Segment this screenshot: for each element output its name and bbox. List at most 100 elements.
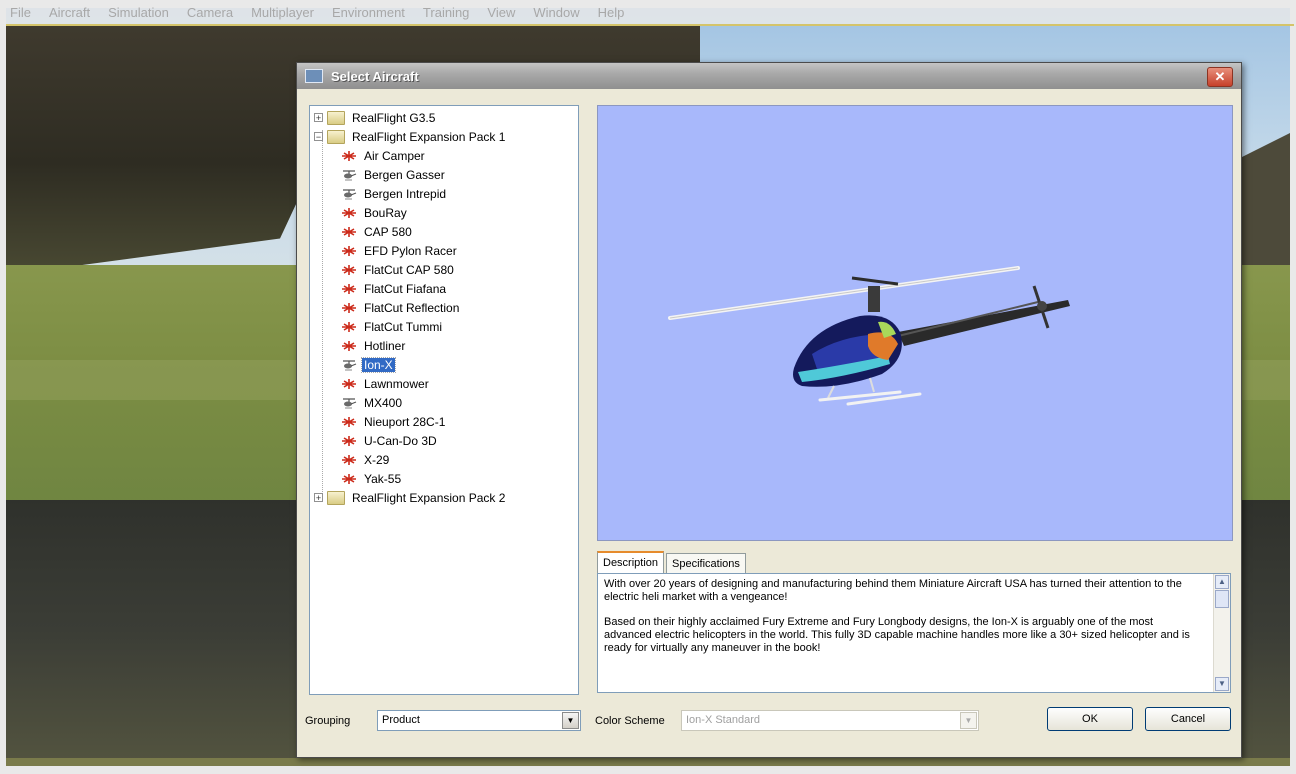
app-menubar: File Aircraft Simulation Camera Multipla…: [6, 0, 1294, 26]
window-icon: [305, 69, 323, 83]
description-paragraph: With over 20 years of designing and manu…: [604, 578, 1182, 603]
plane-icon: [340, 225, 358, 239]
frame-left: [0, 0, 6, 774]
tree-item-label: Lawnmower: [364, 376, 429, 391]
tree-item-label: Bergen Intrepid: [364, 186, 447, 201]
plane-icon: [340, 206, 358, 220]
tree-item[interactable]: FlatCut Tummi: [340, 317, 444, 336]
tree-group-expansion-pack-1[interactable]: − RealFlight Expansion Pack 1: [314, 127, 507, 146]
tree-item[interactable]: U-Can-Do 3D: [340, 431, 439, 450]
tree-item[interactable]: CAP 580: [340, 222, 414, 241]
tree-guide-line: [322, 130, 323, 492]
tree-group-realflight-g35[interactable]: + RealFlight G3.5: [314, 108, 437, 127]
expand-icon[interactable]: +: [314, 493, 323, 503]
tree-item-label: Hotliner: [364, 338, 406, 353]
folder-icon: [327, 110, 345, 125]
cancel-button[interactable]: Cancel: [1145, 707, 1231, 731]
grouping-select[interactable]: Product ▼: [377, 710, 581, 731]
menu-environment[interactable]: Environment: [332, 5, 405, 20]
tree-item[interactable]: Hotliner: [340, 336, 407, 355]
plane-icon: [340, 434, 358, 448]
dialog-title: Select Aircraft: [331, 68, 419, 84]
tree-item-label: X-29: [364, 452, 390, 467]
menu-simulation[interactable]: Simulation: [108, 5, 169, 20]
tree-item-label: U-Can-Do 3D: [364, 433, 437, 448]
menu-training[interactable]: Training: [423, 5, 469, 20]
description-scrollbar[interactable]: ▲ ▼: [1213, 574, 1230, 692]
color-scheme-label: Color Scheme: [595, 715, 665, 727]
plane-icon: [340, 339, 358, 353]
menu-multiplayer[interactable]: Multiplayer: [251, 5, 314, 20]
plane-icon: [340, 415, 358, 429]
plane-icon: [340, 377, 358, 391]
tree-item[interactable]: Ion-X: [340, 355, 396, 374]
tree-item-label: EFD Pylon Racer: [364, 243, 457, 258]
tree-item-label: FlatCut Tummi: [364, 319, 443, 334]
aircraft-preview: [597, 105, 1233, 541]
heli-icon: [340, 358, 358, 372]
menu-file[interactable]: File: [10, 5, 31, 20]
menu-camera[interactable]: Camera: [187, 5, 233, 20]
tree-item[interactable]: FlatCut Fiafana: [340, 279, 448, 298]
tree-item-label: Air Camper: [364, 148, 425, 163]
tree-item-label: Nieuport 28C-1: [364, 414, 446, 429]
chevron-down-icon[interactable]: ▼: [960, 712, 977, 729]
scroll-up-icon[interactable]: ▲: [1215, 575, 1229, 589]
color-scheme-select[interactable]: Ion-X Standard ▼: [681, 710, 979, 731]
tree-group-label: RealFlight Expansion Pack 2: [352, 490, 506, 505]
ok-button[interactable]: OK: [1047, 707, 1133, 731]
scroll-down-icon[interactable]: ▼: [1215, 677, 1229, 691]
frame-right: [1290, 0, 1296, 774]
plane-icon: [340, 453, 358, 467]
menu-aircraft[interactable]: Aircraft: [49, 5, 90, 20]
tree-item[interactable]: Air Camper: [340, 146, 427, 165]
plane-icon: [340, 149, 358, 163]
tree-group-label: RealFlight G3.5: [352, 110, 436, 125]
heli-icon: [340, 168, 358, 182]
chevron-down-icon[interactable]: ▼: [562, 712, 579, 729]
close-button[interactable]: ✕: [1207, 67, 1233, 87]
tree-item[interactable]: FlatCut CAP 580: [340, 260, 456, 279]
expand-icon[interactable]: +: [314, 113, 323, 123]
scroll-thumb[interactable]: [1215, 590, 1229, 608]
tree-item-label: BouRay: [364, 205, 407, 220]
description-panel: With over 20 years of designing and manu…: [597, 573, 1231, 693]
info-tabs: Description Specifications: [597, 551, 746, 575]
tab-specifications[interactable]: Specifications: [666, 553, 746, 574]
tree-item[interactable]: FlatCut Reflection: [340, 298, 461, 317]
tree-group-expansion-pack-2[interactable]: + RealFlight Expansion Pack 2: [314, 488, 507, 507]
menu-window[interactable]: Window: [533, 5, 579, 20]
tree-item[interactable]: Lawnmower: [340, 374, 431, 393]
tree-item[interactable]: Nieuport 28C-1: [340, 412, 447, 431]
collapse-icon[interactable]: −: [314, 132, 323, 142]
tree-item-label: FlatCut CAP 580: [364, 262, 454, 277]
select-aircraft-dialog: Select Aircraft ✕ + RealFlight G3.5 − Re…: [296, 62, 1242, 758]
grouping-value: Product: [382, 714, 420, 726]
plane-icon: [340, 263, 358, 277]
tree-item[interactable]: Yak-55: [340, 469, 403, 488]
plane-icon: [340, 301, 358, 315]
menu-help[interactable]: Help: [598, 5, 625, 20]
tree-item[interactable]: EFD Pylon Racer: [340, 241, 459, 260]
tree-item-label: FlatCut Fiafana: [364, 281, 447, 296]
tree-item-label: Bergen Gasser: [364, 167, 445, 182]
tree-item[interactable]: MX400: [340, 393, 404, 412]
aircraft-tree[interactable]: + RealFlight G3.5 − RealFlight Expansion…: [309, 105, 579, 695]
description-paragraph: Based on their highly acclaimed Fury Ext…: [604, 616, 1190, 654]
tree-item[interactable]: X-29: [340, 450, 391, 469]
plane-icon: [340, 472, 358, 486]
tree-item[interactable]: BouRay: [340, 203, 409, 222]
menu-view[interactable]: View: [487, 5, 515, 20]
dialog-titlebar[interactable]: Select Aircraft ✕: [297, 63, 1241, 89]
tree-item[interactable]: Bergen Intrepid: [340, 184, 448, 203]
tree-item[interactable]: Bergen Gasser: [340, 165, 447, 184]
heli-icon: [340, 396, 358, 410]
tab-description[interactable]: Description: [597, 551, 665, 575]
folder-open-icon: [327, 129, 345, 144]
plane-icon: [340, 282, 358, 296]
tree-item-label: MX400: [364, 395, 403, 410]
folder-icon: [327, 490, 345, 505]
tree-group-label: RealFlight Expansion Pack 1: [352, 129, 506, 144]
tree-item-label: FlatCut Reflection: [364, 300, 460, 315]
grouping-label: Grouping: [305, 715, 351, 727]
